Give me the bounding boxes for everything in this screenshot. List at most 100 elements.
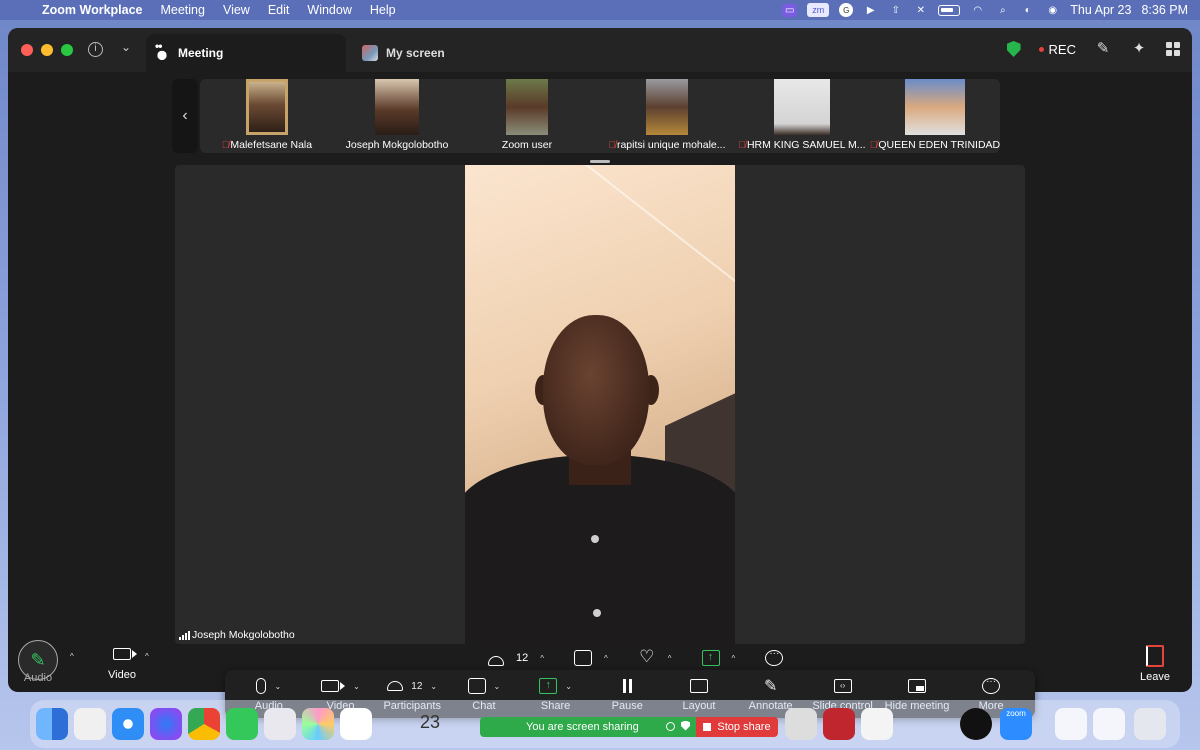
video-control[interactable]: Video [108,648,137,681]
sharing-circle-icon[interactable] [666,721,675,731]
chevron-up-icon[interactable]: ^ [70,652,74,661]
leave-button[interactable]: Leave [1140,645,1170,683]
app-menu-zoom-workplace[interactable]: Zoom Workplace [36,3,151,17]
participant-name: QUEEN EDEN TRINIDAD [878,139,1001,151]
wifi-icon[interactable]: ◠ [970,4,985,17]
more-control[interactable]: ··· [765,649,784,666]
share-control[interactable]: ↑ ^ [701,650,736,666]
spotify-icon[interactable] [960,708,992,740]
chevron-down-icon[interactable]: ⌄ [565,682,572,691]
participant-name: Joseph Mokgolobotho [345,139,449,151]
security-shield-icon[interactable] [1006,41,1021,57]
strip-previous-button[interactable]: ‹ [172,79,198,153]
participant-thumbnail[interactable]: 🎙̸Malefetsane Nala [200,79,334,153]
chevron-down-icon[interactable]: ⌄ [121,40,131,54]
siri-icon[interactable]: ◉ [1045,4,1060,17]
shirt-button [591,535,599,543]
play-icon[interactable]: ▶ [863,4,878,17]
audio-label: Audio [23,672,53,684]
fullscreen-window-button[interactable] [61,44,73,56]
stop-share-button[interactable]: Stop share [696,717,778,737]
tab-my-screen[interactable]: My screen [354,34,445,72]
messages-icon[interactable] [226,708,258,740]
menu-window[interactable]: Window [298,3,360,17]
security-shield-icon[interactable] [681,720,690,731]
grammarly-icon[interactable]: G [839,3,854,17]
participant-thumbnail[interactable]: 🎙̸QUEEN EDEN TRINIDAD [868,79,1002,153]
participant-name-row: 🎙̸rapitsi unique mohale... [600,139,734,151]
calendar-icon[interactable] [340,708,372,740]
participant-name: Malefetsane Nala [230,139,313,151]
participant-name: Zoom user [501,139,553,151]
chevron-down-icon[interactable]: ⌄ [274,682,281,691]
participant-name: HRM KING SAMUEL M... [746,139,866,151]
pencil-icon: ✎ [763,678,778,695]
sharing-indicator: You are screen sharing [480,717,696,737]
active-speaker-video[interactable] [465,165,735,644]
participant-thumbnail[interactable]: 🎙̸HRM KING SAMUEL M... [735,79,869,153]
chevron-up-icon[interactable]: ^ [540,654,544,663]
recent-document-icon[interactable] [1093,708,1125,740]
participant-thumbnail[interactable]: Joseph Mokgolobotho [330,79,464,153]
control-center-icon[interactable]: ◐ [1020,4,1035,17]
maps-icon[interactable] [264,708,296,740]
photos-icon[interactable] [302,708,334,740]
participant-video [646,79,688,135]
recent-document-icon[interactable] [1055,708,1087,740]
app-icon[interactable] [823,708,855,740]
speaker-head [543,315,649,465]
menu-meeting[interactable]: Meeting [151,3,213,17]
menu-bar-date[interactable]: Thu Apr 23 [1070,3,1131,17]
participant-thumbnail[interactable]: 🎙̸rapitsi unique mohale... [600,79,734,153]
finder-icon[interactable] [36,708,68,740]
chevron-up-icon[interactable]: ^ [604,654,608,663]
microphone-icon [256,678,267,694]
chevron-down-icon[interactable]: ⌄ [494,682,501,691]
chevron-down-icon[interactable]: ⌄ [430,682,437,691]
chat-control[interactable]: ^ [574,650,608,666]
ai-companion-icon[interactable]: ✦ [1130,40,1148,58]
chevron-down-icon[interactable]: ⌄ [353,682,360,691]
chevron-up-icon[interactable]: ^ [668,654,672,663]
zoom-dock-icon[interactable]: zoom [1000,708,1032,740]
tab-meeting-label: Meeting [178,46,224,60]
reactions-control[interactable]: ♡ ^ [638,648,672,666]
screen-share-status-icon[interactable]: ▭ [782,3,798,17]
menu-edit[interactable]: Edit [259,3,299,17]
meeting-controls-row: 12 ^ ^ ♡ ^ ↑ ^ ··· [488,647,803,669]
pencil-icon[interactable]: ✎ [1094,40,1112,58]
menu-bar-time[interactable]: 8:36 PM [1141,3,1188,17]
trash-icon[interactable] [1134,708,1166,740]
close-window-button[interactable] [21,44,33,56]
messenger-icon[interactable] [150,708,182,740]
active-speaker-name-tag: Joseph Mokgolobotho [179,629,295,641]
minimize-window-button[interactable] [41,44,53,56]
system-settings-icon[interactable] [785,708,817,740]
battery-icon[interactable] [938,4,961,16]
participant-thumbnail[interactable]: Zoom user [460,79,594,153]
tab-meeting[interactable]: Meeting [146,34,346,72]
safari-icon[interactable] [112,708,144,740]
launchpad-icon[interactable] [74,708,106,740]
chevron-up-icon[interactable]: ^ [145,652,149,661]
tab-my-screen-label: My screen [386,46,445,60]
meeting-paw-icon [154,39,170,61]
upload-icon[interactable]: ⇧ [888,4,903,17]
participants-control[interactable]: 12 ^ [488,651,544,666]
apps-grid-icon[interactable] [1166,42,1180,56]
recording-indicator[interactable]: REC [1038,42,1076,57]
menu-help[interactable]: Help [361,3,405,17]
zoom-menu-icon[interactable]: zm [807,3,830,17]
bluetooth-off-icon[interactable]: ✕ [913,4,928,17]
chrome-icon[interactable] [188,708,220,740]
stop-share-label: Stop share [717,721,771,733]
zoom-meeting-window: i ⌄ Meeting My screen REC ✎ ✦ ‹ 🎙̸Malefe… [8,28,1192,692]
spotlight-search-icon[interactable]: ⌕ [995,4,1010,17]
strip-resize-handle[interactable] [590,160,610,163]
chevron-up-icon[interactable]: ^ [732,654,736,663]
audio-control[interactable]: ✎ Audio [18,640,58,684]
app-icon[interactable] [861,708,893,740]
meeting-info-icon[interactable]: i [88,42,103,57]
video-background [560,165,735,306]
menu-view[interactable]: View [214,3,259,17]
